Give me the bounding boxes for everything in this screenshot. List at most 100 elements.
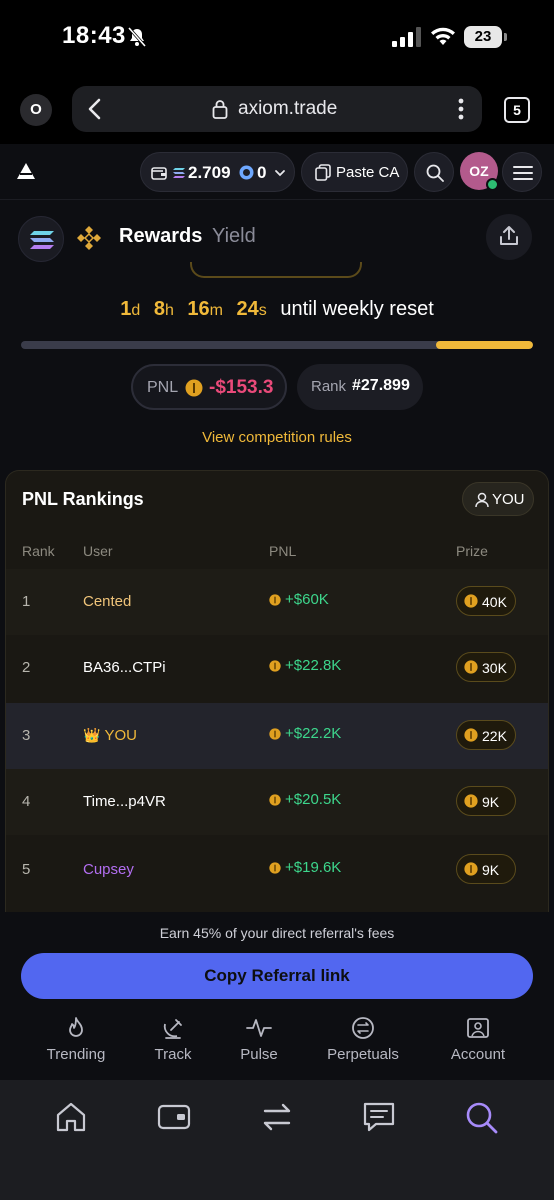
prize-value: 22K <box>482 728 507 744</box>
swap-arrows-icon[interactable] <box>260 1100 294 1134</box>
nav-trending-label: Trending <box>46 1046 106 1063</box>
column-header-user: User <box>83 543 113 559</box>
nav-track-label: Track <box>154 1046 192 1063</box>
countdown-seconds: 24 <box>236 298 259 320</box>
prize-badge: 9K <box>456 854 516 884</box>
menu-button[interactable] <box>502 152 542 192</box>
tabs-button[interactable]: 5 <box>504 97 530 123</box>
wifi-icon <box>431 27 455 45</box>
table-row[interactable]: 2 BA36...CTPi +$22.8K 30K <box>6 635 548 701</box>
row-pnl-value: +$20.5K <box>285 791 342 808</box>
browser-bottom-bar <box>0 1080 554 1200</box>
status-bar: 18:43 23 <box>0 0 554 76</box>
share-icon <box>500 226 518 245</box>
row-pnl: +$22.8K <box>269 657 341 674</box>
coin-icon <box>269 660 281 672</box>
bnb-chain-icon[interactable] <box>72 222 106 256</box>
nav-perpetuals[interactable]: Perpetuals <box>323 1016 403 1064</box>
pnl-rankings-card: PNL Rankings YOU Rank User PNL Prize 1 C… <box>5 470 549 912</box>
browser-toolbar: O axiom.trade 5 <box>0 76 554 144</box>
rewards-tabs: Rewards Yield <box>0 208 554 264</box>
avatar-initials: OZ <box>469 163 489 179</box>
url-text: axiom.trade <box>238 98 338 119</box>
rank-stat: Rank #27.899 <box>297 364 423 410</box>
more-options-icon[interactable] <box>458 98 464 120</box>
prize-value: 40K <box>482 594 507 610</box>
token-balance: 0 <box>257 163 267 182</box>
wallet-balance-dropdown[interactable]: 2.709 0 <box>140 152 295 192</box>
table-row[interactable]: 5 Cupsey +$19.6K 9K <box>6 837 548 903</box>
row-rank: 2 <box>22 659 31 676</box>
coin-icon <box>464 728 478 742</box>
countdown-suffix: until weekly reset <box>280 298 434 320</box>
you-button-label: YOU <box>492 491 525 508</box>
reset-progress-fill <box>435 341 533 349</box>
paste-ca-button[interactable]: Paste CA <box>301 152 408 192</box>
home-icon[interactable] <box>54 1100 88 1134</box>
row-user[interactable]: Cented <box>83 593 131 610</box>
row-user[interactable]: Time...p4VR <box>83 793 166 810</box>
clock: 18:43 <box>62 22 126 49</box>
satellite-dish-icon <box>163 1019 182 1039</box>
chat-icon[interactable] <box>362 1100 396 1134</box>
account-icon <box>467 1018 489 1038</box>
flame-icon <box>69 1017 83 1037</box>
rank-label: Rank <box>311 378 347 395</box>
share-button[interactable] <box>486 214 532 260</box>
view-competition-rules-link[interactable]: View competition rules <box>0 429 554 446</box>
token-icon <box>239 165 254 180</box>
solana-chain-button[interactable] <box>18 216 64 262</box>
nav-trending[interactable]: Trending <box>44 1016 108 1064</box>
table-row[interactable]: 1 Cented +$60K 40K <box>6 569 548 635</box>
tab-yield[interactable]: Yield <box>212 225 256 248</box>
table-row-current-user[interactable]: 3 👑 YOU +$22.2K 22K <box>6 703 548 769</box>
row-pnl: +$19.6K <box>269 859 341 876</box>
lock-icon <box>212 100 228 119</box>
search-icon[interactable] <box>464 1100 498 1134</box>
rankings-title: PNL Rankings <box>22 489 144 509</box>
online-status-dot <box>486 178 499 191</box>
axiom-logo-icon[interactable] <box>16 162 36 180</box>
signal-icon <box>392 27 421 47</box>
row-rank: 4 <box>22 793 31 810</box>
row-user[interactable]: 👑 YOU <box>83 727 137 744</box>
browser-profile-button[interactable]: O <box>20 94 52 126</box>
countdown-hours: 8 <box>153 298 165 320</box>
row-pnl-value: +$60K <box>285 591 329 608</box>
nav-account[interactable]: Account <box>446 1016 510 1064</box>
paste-ca-label: Paste CA <box>336 164 400 181</box>
tab-rewards[interactable]: Rewards <box>119 225 202 248</box>
nav-pulse[interactable]: Pulse <box>237 1016 281 1064</box>
search-button[interactable] <box>414 152 454 192</box>
app-bottom-nav: Trending Track Pulse Perpetuals Account <box>0 1008 554 1080</box>
wallet-icon[interactable] <box>157 1100 191 1134</box>
countdown-days: 1 <box>120 298 132 320</box>
trophy-arc-decoration <box>190 262 362 278</box>
row-user[interactable]: Cupsey <box>83 861 134 878</box>
weekly-reset-countdown: 1d 8h 16m 24s until weekly reset <box>0 298 554 321</box>
prize-value: 30K <box>482 660 507 676</box>
column-header-pnl: PNL <box>269 543 297 559</box>
nav-track[interactable]: Track <box>151 1016 195 1064</box>
copy-icon <box>315 164 331 181</box>
back-arrow-icon[interactable] <box>86 97 104 121</box>
row-pnl-value: +$22.8K <box>285 657 342 674</box>
avatar[interactable]: OZ <box>460 152 499 191</box>
table-row[interactable]: 4 Time...p4VR +$20.5K 9K <box>6 769 548 835</box>
address-bar[interactable]: axiom.trade <box>72 86 482 132</box>
jump-to-you-button[interactable]: YOU <box>462 482 534 516</box>
prize-value: 9K <box>482 862 500 878</box>
hamburger-icon <box>513 166 533 180</box>
row-pnl: +$60K <box>269 591 329 608</box>
row-pnl-value: +$19.6K <box>285 859 342 876</box>
coin-icon <box>269 728 281 740</box>
row-pnl: +$20.5K <box>269 791 341 808</box>
solana-icon <box>173 168 185 178</box>
coin-icon <box>269 594 281 606</box>
nav-pulse-label: Pulse <box>240 1046 278 1063</box>
referral-section: Earn 45% of your direct referral's fees … <box>0 912 554 1008</box>
solana-icon <box>30 231 54 249</box>
copy-referral-link-button[interactable]: Copy Referral link <box>21 953 533 999</box>
row-user[interactable]: BA36...CTPi <box>83 659 166 676</box>
search-icon <box>426 164 444 182</box>
